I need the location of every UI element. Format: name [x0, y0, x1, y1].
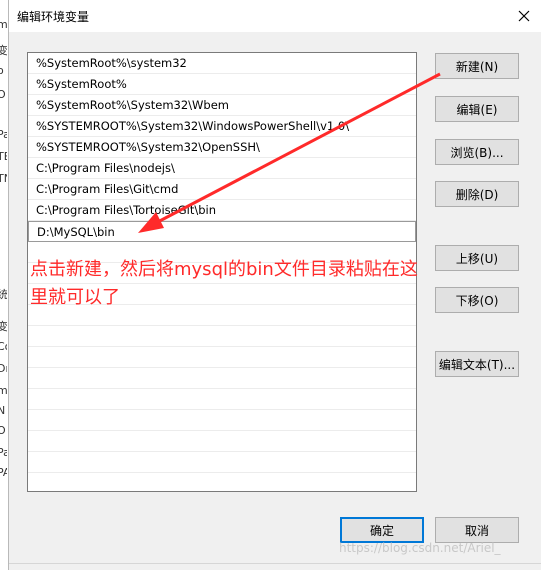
move-down-button[interactable]: 下移(O)	[435, 287, 519, 313]
background-fragment: 统	[0, 288, 7, 301]
list-item[interactable]: %SYSTEMROOT%\System32\OpenSSH\	[28, 137, 416, 158]
annotation-text: 点击新建，然后将mysql的bin文件目录粘贴在这里就可以了	[30, 259, 418, 308]
window-title: 编辑环境变量	[17, 10, 90, 24]
background-fragment: m	[0, 18, 7, 31]
background-fragment: PA	[0, 466, 7, 479]
title-bar: 编辑环境变量	[9, 0, 541, 32]
close-button[interactable]	[512, 4, 536, 28]
list-item-empty[interactable]	[28, 410, 416, 431]
background-fragment: TN	[0, 172, 7, 185]
background-fragment: O	[0, 424, 6, 437]
background-fragment: TE	[0, 150, 7, 163]
list-item[interactable]: C:\Program Files\TortoiseGit\bin	[28, 200, 416, 221]
background-fragment: o	[0, 64, 4, 77]
list-item[interactable]: %SystemRoot%\system32	[28, 53, 416, 74]
background-fragment: Co	[0, 340, 7, 353]
ok-button[interactable]: 确定	[340, 517, 424, 543]
new-button[interactable]: 新建(N)	[435, 53, 519, 79]
edit-button[interactable]: 编辑(E)	[435, 96, 519, 122]
background-fragment: 变	[0, 320, 7, 333]
list-item-empty[interactable]	[28, 431, 416, 452]
list-item-empty[interactable]	[28, 389, 416, 410]
list-item-empty[interactable]	[28, 326, 416, 347]
cancel-button[interactable]: 取消	[435, 517, 519, 543]
close-icon	[518, 10, 530, 22]
list-item[interactable]: %SystemRoot%	[28, 74, 416, 95]
list-item-empty[interactable]	[28, 452, 416, 473]
delete-button[interactable]: 删除(D)	[435, 181, 519, 207]
list-item-empty[interactable]	[28, 368, 416, 389]
background-fragment: N	[0, 404, 6, 417]
background-fragment: m	[0, 384, 7, 397]
background-fragment: O	[0, 88, 6, 101]
background-fragment: 变	[0, 44, 7, 57]
browse-button[interactable]: 浏览(B)...	[435, 139, 519, 165]
move-up-button[interactable]: 上移(U)	[435, 245, 519, 271]
background-fragment: Pa	[0, 128, 7, 141]
background-fragment: Dr	[0, 362, 7, 375]
background-fragment: Pa	[0, 446, 7, 459]
footer-divider	[9, 563, 541, 564]
list-item[interactable]: C:\Program Files\Git\cmd	[28, 179, 416, 200]
edit-text-button[interactable]: 编辑文本(T)...	[435, 351, 519, 377]
list-item-editing[interactable]: D:\MySQL\bin	[28, 221, 416, 242]
list-item[interactable]: %SYSTEMROOT%\System32\WindowsPowerShell\…	[28, 116, 416, 137]
list-item[interactable]: %SystemRoot%\System32\Wbem	[28, 95, 416, 116]
list-item[interactable]: C:\Program Files\nodejs\	[28, 158, 416, 179]
edit-env-variable-dialog: 编辑环境变量 %SystemRoot%\system32 %SystemRoot…	[8, 0, 541, 570]
watermark: https://blog.csdn.net/Ariel_	[339, 541, 501, 555]
list-item-empty[interactable]	[28, 347, 416, 368]
